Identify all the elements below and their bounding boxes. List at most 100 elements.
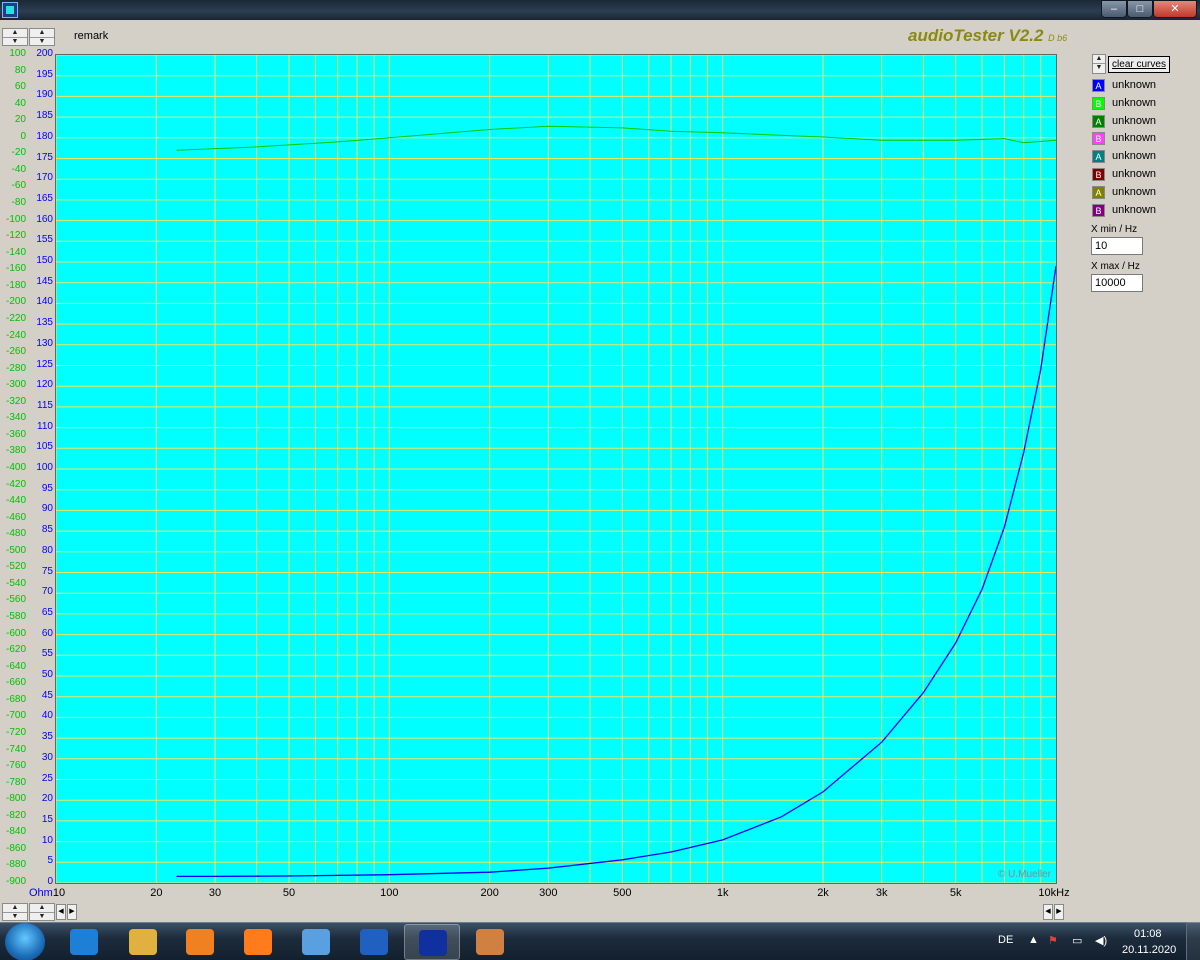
legend-item[interactable]: Aunknown (1092, 148, 1192, 166)
taskbar-internet-explorer-button[interactable] (56, 924, 112, 960)
x-tick-label: 2k (817, 887, 829, 899)
plot-area[interactable] (55, 54, 1057, 884)
scroll-left-icon[interactable]: ◀ (1043, 904, 1053, 920)
x-tick-label: 50 (282, 887, 296, 899)
spin-up-icon[interactable]: ▲ (3, 904, 27, 912)
impedance-tick-label: 65 (41, 606, 53, 618)
spin-down-icon[interactable]: ▼ (30, 37, 54, 45)
spin-down-icon[interactable]: ▼ (1093, 63, 1105, 71)
legend-color-swatch[interactable]: B (1092, 167, 1105, 181)
legend-label: unknown (1112, 150, 1157, 163)
legend-color-swatch[interactable]: A (1092, 114, 1105, 128)
spin-down-icon[interactable]: ▼ (3, 912, 27, 920)
x-tick-label: 100 (380, 887, 399, 899)
y-zoom-spinner[interactable]: ▲ ▼ (2, 28, 28, 46)
scroll-left-icon[interactable]: ◀ (56, 904, 66, 920)
spin-up-icon[interactable]: ▲ (3, 29, 27, 37)
network-icon[interactable]: ▭ (1072, 934, 1086, 948)
volume-icon[interactable]: ◀) (1095, 934, 1109, 948)
language-indicator[interactable]: DE (998, 934, 1013, 946)
phase-tick-label: -180 (5, 279, 26, 291)
taskbar-app-m-button[interactable] (346, 924, 402, 960)
legend-item[interactable]: Bunknown (1092, 130, 1192, 148)
scroll-right-icon[interactable]: ▶ (1054, 904, 1064, 920)
x-offset-spinner[interactable]: ▲ ▼ (29, 903, 55, 921)
impedance-tick-label: 70 (41, 586, 53, 598)
x-tick-label: 300 (539, 887, 558, 899)
impedance-tick-label: 45 (41, 689, 53, 701)
xmin-field[interactable] (1091, 237, 1143, 255)
phase-tick-label: -540 (5, 577, 26, 589)
taskbar-audiotester-button[interactable] (404, 924, 460, 960)
app-m-icon (360, 929, 388, 955)
impedance-tick-label: 180 (36, 130, 53, 142)
phase-tick-label: -100 (5, 213, 26, 225)
minimize-button[interactable]: – (1101, 0, 1127, 18)
phase-tick-label: 40 (14, 97, 26, 109)
legend-color-swatch[interactable]: A (1092, 185, 1105, 199)
spin-down-icon[interactable]: ▼ (30, 912, 54, 920)
impedance-tick-label: 10 (41, 834, 53, 846)
phase-tick-label: 0 (20, 130, 26, 142)
impedance-tick-label: 0 (47, 876, 53, 887)
legend-color-swatch[interactable]: A (1092, 150, 1105, 164)
impedance-tick-label: 155 (36, 234, 53, 246)
impedance-tick-label: 110 (37, 420, 53, 432)
phase-tick-label: -20 (11, 147, 26, 159)
close-button[interactable]: ✕ (1153, 0, 1197, 18)
clear-curves-button[interactable]: clear curves (1108, 56, 1170, 73)
x-zoom-spinner[interactable]: ▲ ▼ (2, 903, 28, 921)
phase-tick-label: -40 (11, 163, 26, 175)
legend-item[interactable]: Bunknown (1092, 166, 1192, 184)
phase-tick-label: -160 (5, 263, 26, 275)
title-bar: – □ ✕ (0, 0, 1200, 20)
legend-label: unknown (1112, 167, 1157, 180)
xmax-field[interactable] (1091, 274, 1143, 292)
impedance-tick-label: 35 (41, 731, 53, 743)
clock-time[interactable]: 01:08 (1134, 928, 1162, 940)
show-hidden-icons-icon[interactable]: ▲ (1028, 934, 1042, 948)
impedance-tick-label: 75 (41, 565, 53, 577)
app-icon[interactable] (2, 2, 18, 18)
legend-item[interactable]: Aunknown (1092, 184, 1192, 202)
impedance-tick-label: 140 (36, 296, 53, 308)
show-desktop-button[interactable] (1186, 922, 1200, 960)
phase-tick-label: -860 (5, 842, 26, 854)
spin-up-icon[interactable]: ▲ (1093, 55, 1105, 63)
legend-item[interactable]: Aunknown (1092, 113, 1192, 131)
spin-up-icon[interactable]: ▲ (30, 904, 54, 912)
brand-version: D b6 (1048, 33, 1068, 43)
chart-svg[interactable] (56, 55, 1056, 883)
legend-item[interactable]: Aunknown (1092, 77, 1192, 95)
x-tick-label: 1k (716, 887, 729, 899)
x-tick-label: 3k (875, 887, 888, 899)
phase-tick-label: -120 (5, 230, 26, 242)
legend-color-swatch[interactable]: B (1092, 96, 1105, 110)
taskbar-image-viewer-button[interactable] (288, 924, 344, 960)
action-center-flag-icon[interactable]: ⚑ (1048, 934, 1062, 948)
impedance-tick-label: 80 (41, 544, 53, 556)
impedance-tick-label: 190 (36, 89, 53, 101)
start-button[interactable] (5, 923, 45, 960)
spin-down-icon[interactable]: ▼ (3, 37, 27, 45)
legend-item[interactable]: Bunknown (1092, 95, 1192, 113)
phase-tick-label: 100 (9, 48, 26, 59)
taskbar-media-player-button[interactable] (172, 924, 228, 960)
legend-color-swatch[interactable]: B (1092, 132, 1105, 146)
y-offset-spinner[interactable]: ▲ ▼ (29, 28, 55, 46)
taskbar-firefox-button[interactable] (230, 924, 286, 960)
scroll-right-icon[interactable]: ▶ (67, 904, 77, 920)
close-icon: ✕ (1170, 3, 1180, 15)
legend-item[interactable]: Bunknown (1092, 202, 1192, 220)
audiotester-icon (419, 930, 447, 956)
clock-date[interactable]: 20.11.2020 (1122, 944, 1176, 956)
maximize-button[interactable]: □ (1127, 0, 1153, 18)
taskbar-paint-button[interactable] (462, 924, 518, 960)
legend-color-swatch[interactable]: A (1092, 79, 1105, 92)
taskbar-file-explorer-button[interactable] (115, 924, 171, 960)
remark-label[interactable]: remark (74, 30, 108, 42)
phase-tick-label: -360 (5, 428, 26, 440)
curve-spinner[interactable]: ▲ ▼ (1092, 54, 1106, 74)
spin-up-icon[interactable]: ▲ (30, 29, 54, 37)
legend-color-swatch[interactable]: B (1092, 203, 1105, 217)
